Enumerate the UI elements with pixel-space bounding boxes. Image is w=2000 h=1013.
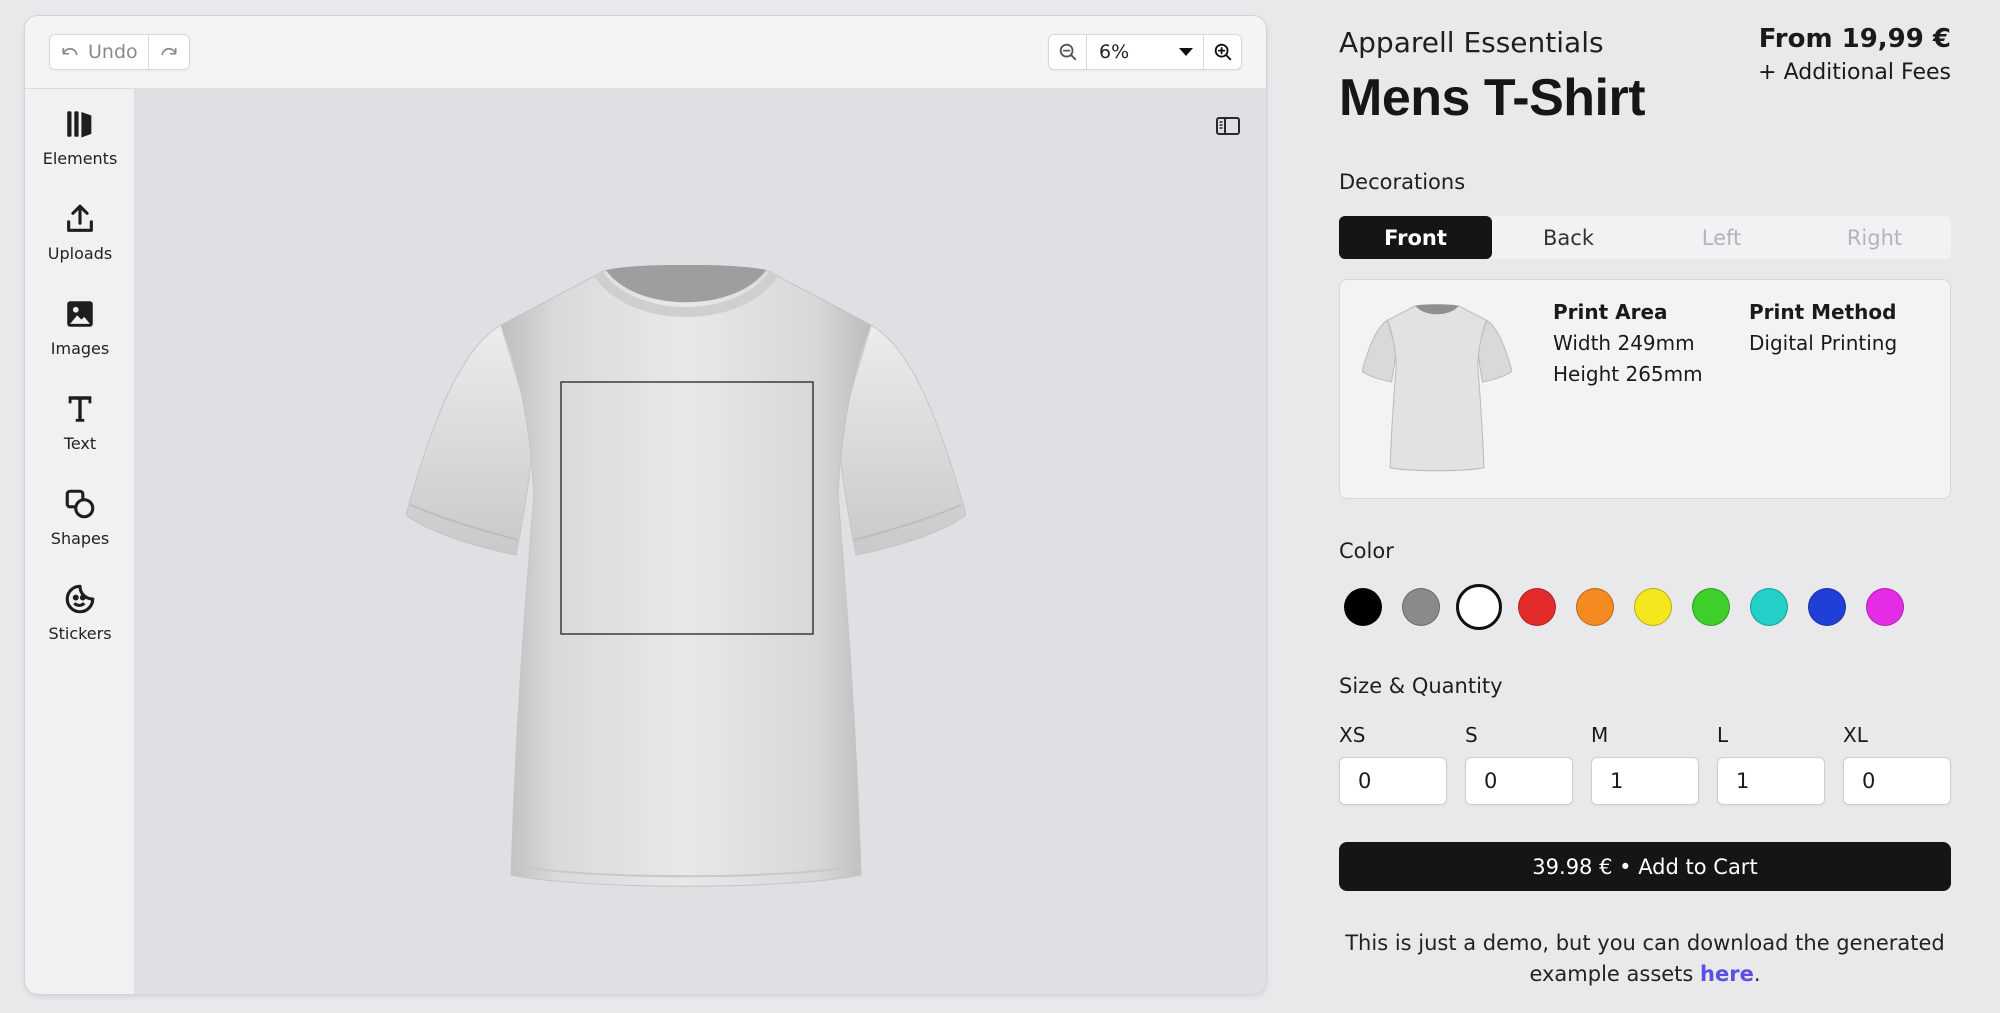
tshirt-mockup bbox=[406, 265, 966, 887]
size-label-l: L bbox=[1717, 723, 1729, 747]
design-editor: Undo 6% Elements Uploads Images Text Sha… bbox=[24, 15, 1267, 995]
zoom-controls: 6% bbox=[1048, 34, 1242, 70]
sidebar-item-images[interactable]: Images bbox=[25, 297, 135, 377]
tab-left: Left bbox=[1701, 225, 1742, 250]
color-swatch[interactable] bbox=[1808, 588, 1846, 626]
additional-fees: + Additional Fees bbox=[1758, 60, 1951, 85]
zoom-in-button[interactable] bbox=[1204, 35, 1241, 69]
sidebar-item-uploads[interactable]: Uploads bbox=[25, 202, 135, 282]
redo-button[interactable] bbox=[147, 35, 189, 69]
decorations-heading: Decorations bbox=[1339, 170, 1466, 194]
elements-icon bbox=[67, 111, 92, 138]
color-swatch[interactable] bbox=[1866, 588, 1904, 626]
shapes-icon bbox=[65, 489, 95, 519]
tab-back[interactable]: Back bbox=[1492, 216, 1645, 259]
color-swatch[interactable] bbox=[1456, 584, 1502, 630]
sidebar-item-text[interactable]: Text bbox=[25, 392, 135, 472]
size-label-s: S bbox=[1465, 723, 1478, 747]
history-controls: Undo bbox=[49, 34, 190, 70]
print-area-height: Height 265mm bbox=[1553, 362, 1703, 386]
add-to-cart-button[interactable]: 39.98 € • Add to Cart bbox=[1339, 842, 1951, 891]
zoom-in-icon bbox=[1214, 43, 1231, 61]
demo-note-end: . bbox=[1753, 962, 1761, 986]
color-swatch[interactable] bbox=[1576, 588, 1614, 626]
text-icon bbox=[68, 396, 92, 422]
panel-toggle-button[interactable] bbox=[1212, 113, 1244, 139]
demo-note: This is just a demo, but you can downloa… bbox=[1339, 928, 1951, 990]
brand-name: Apparell Essentials bbox=[1339, 26, 1604, 59]
image-icon bbox=[67, 301, 93, 327]
zoom-level-select[interactable]: 6% bbox=[1086, 35, 1204, 69]
demo-note-text: This is just a demo, but you can downloa… bbox=[1345, 931, 1945, 986]
quantity-input-xs[interactable]: 0 bbox=[1339, 757, 1447, 805]
quantity-input-m[interactable]: 1 bbox=[1591, 757, 1699, 805]
quantity-input-l[interactable]: 1 bbox=[1717, 757, 1825, 805]
print-area-heading: Print Area bbox=[1553, 300, 1668, 324]
size-quantity-heading: Size & Quantity bbox=[1339, 674, 1503, 698]
product-panel: Apparell Essentials Mens T-Shirt From 19… bbox=[1339, 0, 1951, 1013]
print-area-width: Width 249mm bbox=[1553, 331, 1695, 355]
sidebar-item-label: Images bbox=[50, 339, 110, 358]
size-label-xl: XL bbox=[1843, 723, 1868, 747]
undo-label: Undo bbox=[88, 41, 138, 63]
tab-front[interactable]: Front bbox=[1339, 216, 1492, 259]
download-assets-link[interactable]: here bbox=[1700, 962, 1754, 986]
quantity-input-xl[interactable]: 0 bbox=[1843, 757, 1951, 805]
print-method-heading: Print Method bbox=[1749, 300, 1897, 324]
color-swatch[interactable] bbox=[1634, 588, 1672, 626]
zoom-out-button[interactable] bbox=[1049, 35, 1086, 69]
tool-sidebar: Elements Uploads Images Text Shapes Stic… bbox=[25, 89, 135, 994]
sidebar-item-shapes[interactable]: Shapes bbox=[25, 487, 135, 567]
quantity-input-s[interactable]: 0 bbox=[1465, 757, 1573, 805]
print-method-value: Digital Printing bbox=[1749, 331, 1898, 355]
color-swatch[interactable] bbox=[1692, 588, 1730, 626]
sidebar-item-stickers[interactable]: Stickers bbox=[25, 582, 135, 662]
color-swatch[interactable] bbox=[1750, 588, 1788, 626]
product-price: From 19,99 € bbox=[1758, 24, 1951, 54]
size-label-xs: XS bbox=[1339, 723, 1366, 747]
sidebar-panel-icon bbox=[1216, 117, 1240, 135]
color-swatch[interactable] bbox=[1518, 588, 1556, 626]
undo-icon bbox=[62, 47, 78, 56]
color-swatch[interactable] bbox=[1402, 588, 1440, 626]
sidebar-item-label: Uploads bbox=[47, 244, 113, 263]
zoom-out-icon bbox=[1059, 43, 1076, 61]
print-info-card: Print Area Width 249mm Height 265mm Prin… bbox=[1339, 279, 1951, 499]
chevron-down-icon bbox=[1179, 48, 1193, 56]
decoration-side-tabs: Front Back Left Right bbox=[1339, 216, 1951, 259]
sidebar-item-label: Shapes bbox=[50, 529, 110, 548]
zoom-level-value: 6% bbox=[1099, 41, 1130, 63]
undo-button[interactable]: Undo bbox=[50, 35, 148, 69]
upload-icon bbox=[67, 204, 93, 232]
tab-right: Right bbox=[1846, 225, 1903, 250]
color-heading: Color bbox=[1339, 539, 1394, 563]
editor-toolbar: Undo 6% bbox=[25, 16, 1266, 89]
color-swatch[interactable] bbox=[1344, 588, 1382, 626]
tshirt-thumbnail bbox=[1362, 304, 1512, 472]
size-label-m: M bbox=[1591, 723, 1609, 747]
design-canvas[interactable] bbox=[135, 89, 1266, 994]
sticker-icon bbox=[65, 584, 95, 614]
product-title: Mens T-Shirt bbox=[1339, 69, 1646, 127]
sidebar-item-label: Text bbox=[63, 434, 97, 453]
sidebar-item-label: Stickers bbox=[48, 624, 112, 643]
redo-icon bbox=[161, 47, 177, 56]
sidebar-item-elements[interactable]: Elements bbox=[25, 107, 135, 187]
sidebar-item-label: Elements bbox=[42, 149, 118, 168]
